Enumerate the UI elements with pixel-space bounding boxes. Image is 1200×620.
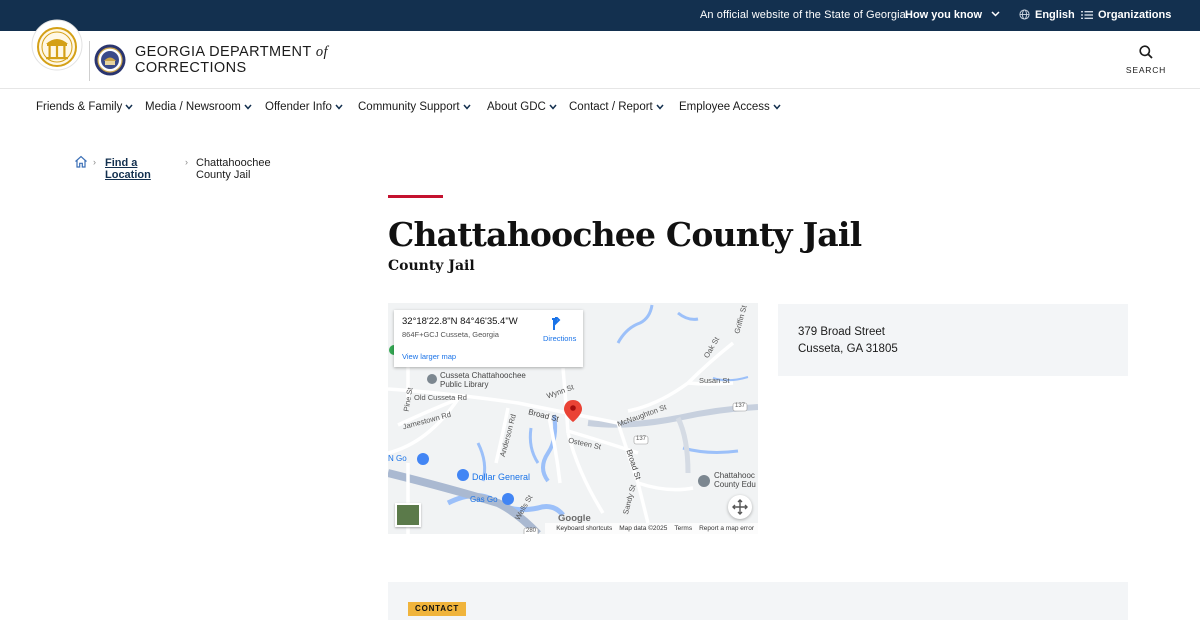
nav-item-label: Media / Newsroom [145,101,241,113]
breadcrumb-current: Chattahoochee County Jail [196,157,271,181]
nav-item-about-gdc[interactable]: About GDC [487,101,557,113]
nav-item-label: Employee Access [679,101,770,113]
page-title: Chattahoochee County Jail [388,215,862,254]
header-divider [89,41,90,81]
map-fullscreen-button[interactable] [728,495,752,519]
department-name-of: of [315,44,328,60]
view-larger-map-link[interactable]: View larger map [402,352,456,361]
chevron-down-icon [335,104,343,110]
search-icon [1139,45,1153,59]
department-name-line2: CORRECTIONS [135,60,247,76]
breadcrumb-separator-icon: › [93,157,96,167]
site-header: GEORGIA DEPARTMENT of CORRECTIONS SEARCH [0,19,1200,89]
nav-item-label: About GDC [487,101,546,113]
map-label-gas-go: Gas Go [470,495,498,504]
map-route-137b: 137 [636,436,647,442]
contact-badge: CONTACT [408,602,467,616]
georgia-state-seal-icon[interactable] [31,19,83,81]
chevron-down-icon [991,11,1000,17]
chevron-down-icon [549,104,557,110]
map-route-280: 280 [526,528,537,534]
map-label-chattahoochee-edu2: County Edu [714,480,756,489]
map-label-n-go: N Go [388,454,407,463]
department-name[interactable]: GEORGIA DEPARTMENT of CORRECTIONS [135,44,328,76]
nav-item-friends-family[interactable]: Friends & Family [36,101,133,113]
globe-icon [1019,9,1030,20]
map-footer: Keyboard shortcuts Map data ©2025 Terms Rep… [545,523,758,534]
nav-item-employee-access[interactable]: Employee Access [679,101,781,113]
nav-item-label: Offender Info [265,101,332,113]
address-line2: Cusseta, GA 31805 [798,343,898,355]
map-label-chattahoochee-edu1: Chattahooc [714,471,755,480]
nav-item-label: Community Support [358,101,460,113]
keyboard-shortcuts-link[interactable]: Keyboard shortcuts [556,525,612,532]
map-info-card: 32°18'22.8"N 84°46'35.4"W 864F+GCJ Cusse… [394,310,583,367]
report-map-error-link[interactable]: Report a map error [699,525,754,532]
map-terms-link[interactable]: Terms [674,525,692,532]
home-icon[interactable] [74,155,88,168]
address-panel: 379 Broad Street Cusseta, GA 31805 [778,304,1128,376]
location-map[interactable]: Cusseta Chattahoochee Public Library Old… [388,303,758,534]
official-site-text: An official website of the State of Geor… [700,9,910,21]
directions-icon[interactable] [550,317,562,331]
nav-item-community-support[interactable]: Community Support [358,101,471,113]
language-label: English [1035,9,1075,21]
nav-item-offender-info[interactable]: Offender Info [265,101,343,113]
how-you-know-toggle[interactable]: How you know [905,9,1005,21]
map-label-library: Cusseta Chattahoochee [440,371,526,380]
breadcrumb-find-location[interactable]: Find a Location [105,157,151,181]
map-data-text: Map data ©2025 [619,525,668,532]
search-button[interactable]: SEARCH [1124,45,1168,75]
organizations-label: Organizations [1098,9,1172,21]
breadcrumb-separator-icon: › [185,157,188,167]
address-line1: 379 Broad Street [798,326,885,338]
map-label-susan: Susan St [699,376,730,385]
corrections-seal-icon[interactable] [94,44,126,76]
chevron-down-icon [125,104,133,110]
page-subtitle: County Jail [388,258,475,274]
chevron-down-icon [656,104,664,110]
map-plus-code: 864F+GCJ Cusseta, Georgia [402,330,499,339]
chevron-down-icon [773,104,781,110]
chevron-down-icon [244,104,252,110]
nav-item-media-newsroom[interactable]: Media / Newsroom [145,101,252,113]
nav-item-label: Contact / Report [569,101,653,113]
map-coordinates: 32°18'22.8"N 84°46'35.4"W [402,316,518,327]
title-accent-rule [388,195,443,198]
list-icon [1081,11,1093,19]
expand-icon [732,499,748,515]
map-satellite-toggle[interactable] [395,503,421,527]
chevron-down-icon [463,104,471,110]
map-label-dollar-general: Dollar General [472,472,531,482]
map-label-old-cusseta: Old Cusseta Rd [414,393,467,402]
nav-item-label: Friends & Family [36,101,123,113]
language-selector[interactable]: English [1019,9,1075,21]
nav-item-contact-report[interactable]: Contact / Report [569,101,664,113]
search-label: SEARCH [1125,65,1167,75]
directions-link[interactable]: Directions [543,334,576,343]
organizations-link[interactable]: Organizations [1081,9,1171,21]
how-you-know-label: How you know [905,9,982,21]
map-route-137: 137 [735,403,746,409]
official-site-bar: An official website of the State of Geor… [0,0,1200,31]
department-name-line1: GEORGIA DEPARTMENT [135,44,312,60]
map-label-library2: Public Library [440,380,489,389]
contact-panel: CONTACT [388,582,1128,620]
